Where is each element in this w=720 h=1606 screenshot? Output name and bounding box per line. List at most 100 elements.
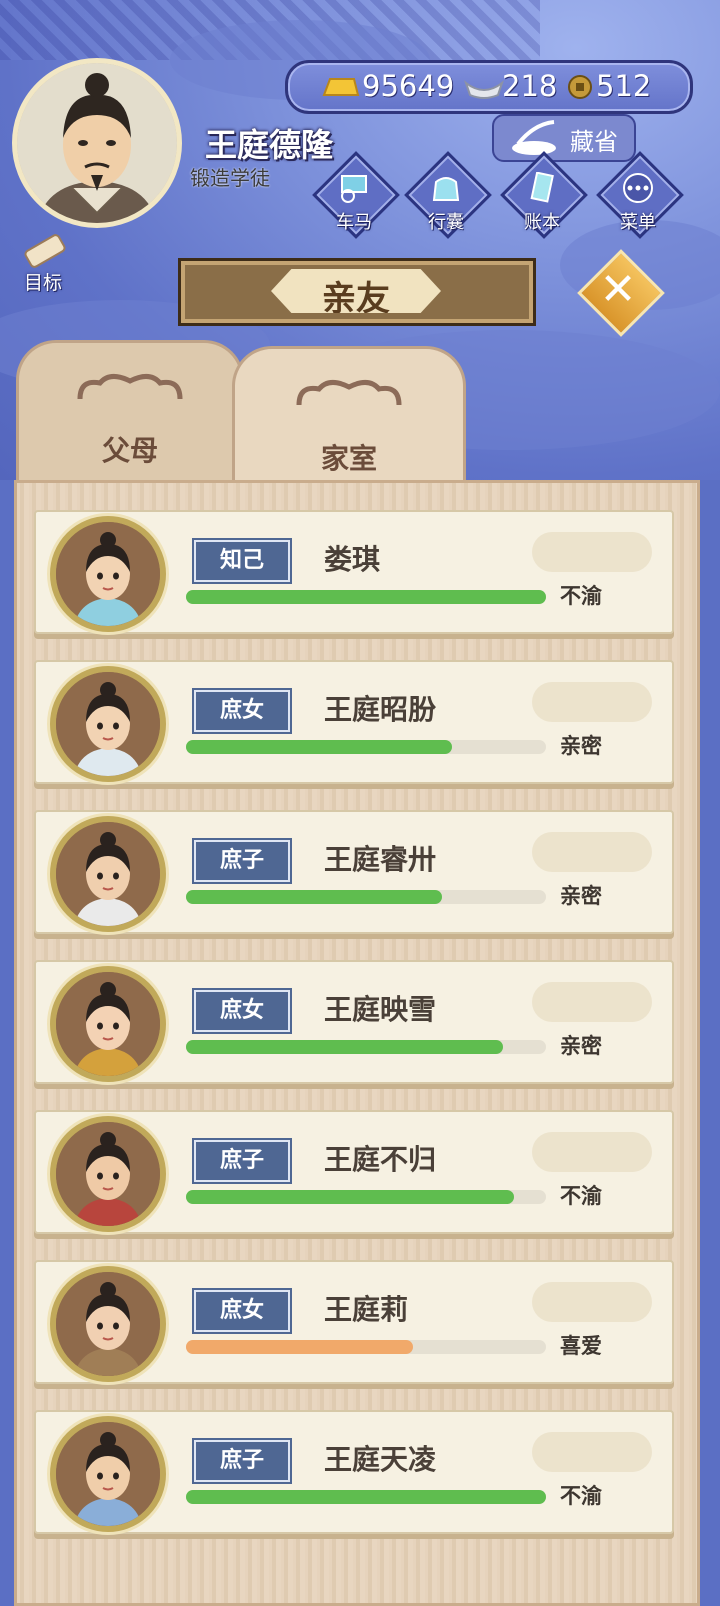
gold-ingot-icon [322,78,360,96]
portrait-icon [56,1272,160,1376]
relation-label: 庶女 [219,998,264,1023]
tab-parents[interactable]: 父母 [16,340,244,493]
affinity-bar [186,1040,546,1054]
relation-label: 庶女 [219,698,264,723]
member-card[interactable]: 庶女 王庭莉 喜爱 [34,1260,674,1384]
affinity-bar [186,590,546,604]
menu-label: 车马 [336,212,372,233]
member-portrait [50,1266,166,1382]
affinity-fill [186,890,442,904]
copper-coin-icon [568,75,592,99]
menu-button-more[interactable]: 菜单 [596,151,684,239]
relationship-status: 不渝 [560,1484,602,1508]
affinity-fill [186,590,546,604]
portrait-icon [56,672,160,776]
silver-amount: 218 [502,69,558,103]
member-card[interactable]: 庶子 王庭不归 不渝 [34,1110,674,1234]
affinity-bar [186,1340,546,1354]
menu-button-ledger[interactable]: 账本 [500,151,588,239]
menu-button-bag[interactable]: 行囊 [404,151,492,239]
relationship-status: 不渝 [560,1184,602,1208]
affinity-fill [186,1340,413,1354]
member-name: 王庭莉 [324,1293,409,1326]
relationship-status: 亲密 [560,734,602,758]
relationship-status: 亲密 [560,1034,602,1058]
relation-label: 庶女 [219,1298,264,1323]
tab-label: 父母 [101,434,158,467]
relation-tag: 庶子 [194,1440,290,1482]
wave-decoration [532,1132,652,1172]
relation-label: 知己 [219,548,264,573]
member-portrait [50,1416,166,1532]
member-portrait [50,966,166,1082]
bag-icon [432,177,460,201]
scroll-icon [24,234,66,268]
close-icon[interactable]: ✕ [594,260,642,320]
portrait-icon [56,972,160,1076]
gold-amount: 95649 [362,69,455,103]
relationship-status: 不渝 [560,584,602,608]
relation-tag: 庶女 [194,990,290,1032]
relationship-status: 亲密 [560,884,602,908]
portrait-icon [56,1122,160,1226]
cangsheng-label: 藏省 [570,128,618,156]
member-card[interactable]: 庶子 王庭天凌 不渝 [34,1410,674,1534]
portrait-icon [56,822,160,926]
tab-label: 家室 [320,442,377,475]
cangsheng-button[interactable]: 藏省 [492,114,636,162]
relation-label: 庶子 [219,848,264,873]
affinity-bar [186,890,546,904]
ledger-icon [530,172,554,203]
affinity-fill [186,1040,503,1054]
member-portrait [50,1116,166,1232]
player-avatar[interactable] [12,58,182,228]
tab-family[interactable]: 家室 [232,346,466,499]
portrait-icon [56,1422,160,1526]
portrait-icon [56,522,160,626]
affinity-bar [186,740,546,754]
affinity-bar [186,1490,546,1504]
member-card[interactable]: 庶女 王庭昭朌 亲密 [34,660,674,784]
wave-decoration [532,682,652,722]
wave-decoration [532,1432,652,1472]
affinity-fill [186,1190,514,1204]
relation-tag: 庶女 [194,1290,290,1332]
member-card[interactable]: 知己 娄琪 不渝 [34,510,674,634]
currency-bar: 95649 218 512 [285,60,693,114]
goal-button[interactable]: 目标 [14,232,84,294]
wave-decoration [532,532,652,572]
player-portrait-icon [17,63,177,223]
relation-tag: 庶女 [194,690,290,732]
member-name: 王庭映雪 [324,993,437,1026]
wave-decoration [532,982,652,1022]
relationship-status: 喜爱 [560,1334,602,1358]
banner-inner: 亲友 [271,269,441,313]
cloud-ornament-icon [296,380,402,406]
member-portrait [50,666,166,782]
coin-amount: 512 [596,69,652,103]
member-card[interactable]: 庶女 王庭映雪 亲密 [34,960,674,1084]
member-name: 王庭睿卅 [324,843,437,876]
affinity-fill [186,1490,546,1504]
affinity-bar [186,1190,546,1204]
relation-label: 庶子 [219,1448,264,1473]
wave-decoration [532,832,652,872]
member-name: 王庭不归 [324,1143,437,1176]
menu-label: 行囊 [428,212,464,233]
scale-icon [512,120,556,155]
relation-tag: 庶子 [194,840,290,882]
menu-button-carriage[interactable]: 车马 [312,151,400,239]
goal-label: 目标 [24,272,63,294]
player-rank: 锻造学徒 [190,166,270,190]
page-title: 亲友 [322,279,390,319]
silver-ingot-icon [464,80,504,99]
member-card[interactable]: 庶子 王庭睿卅 亲密 [34,810,674,934]
member-name: 王庭天凌 [324,1443,437,1476]
title-banner: 亲友 [178,258,536,326]
member-name: 王庭昭朌 [324,693,437,726]
menu-label: 账本 [524,212,560,233]
member-portrait [50,816,166,932]
relation-tag: 庶子 [194,1140,290,1182]
menu-label: 菜单 [620,212,656,233]
member-name: 娄琪 [324,543,381,576]
